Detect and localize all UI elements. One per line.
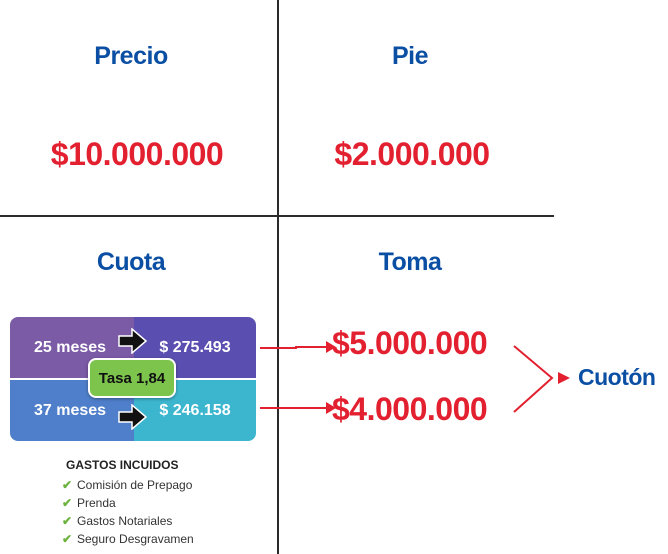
horizontal-divider <box>0 215 554 217</box>
precio-value: $10.000.000 <box>50 136 224 172</box>
gastos-item-label: Gastos Notariales <box>77 514 173 528</box>
gastos-list: ✔ Comisión de Prepago ✔ Prenda ✔ Gastos Not… <box>62 476 194 548</box>
gastos-title: GASTOS INCUIDOS <box>66 458 179 472</box>
cuoton-bracket <box>513 345 570 413</box>
gastos-item-label: Prenda <box>77 496 116 510</box>
vertical-divider <box>277 0 279 554</box>
cuoton-label: Cuotón <box>578 364 656 390</box>
list-item: ✔ Comisión de Prepago <box>62 476 194 494</box>
gastos-item-label: Comisión de Prepago <box>77 478 193 492</box>
check-icon: ✔ <box>62 514 73 528</box>
toma-connectors <box>260 341 336 414</box>
arrow-right-icon <box>118 404 148 430</box>
list-item: ✔ Prenda <box>62 494 194 512</box>
toma-25-value: $5.000.000 <box>332 325 488 361</box>
pie-heading: Pie <box>391 42 429 70</box>
cuota-heading: Cuota <box>96 248 166 276</box>
plan-25-term-label: 25 meses <box>34 338 107 356</box>
list-item: ✔ Gastos Notariales <box>62 512 194 530</box>
plan-37-payment-label: $ 246.158 <box>159 401 231 419</box>
check-icon: ✔ <box>62 496 73 510</box>
gastos-item-label: Seguro Desgravamen <box>77 532 194 546</box>
plan-25-payment-label: $ 275.493 <box>159 338 231 356</box>
plan-37-term-label: 37 meses <box>34 401 107 419</box>
list-item: ✔ Seguro Desgravamen <box>62 530 194 548</box>
check-icon: ✔ <box>62 478 73 492</box>
toma-heading: Toma <box>378 248 442 276</box>
toma-37-value: $4.000.000 <box>332 391 488 427</box>
arrow-right-icon <box>118 328 148 354</box>
tasa-badge: Tasa 1,84 <box>88 358 176 398</box>
precio-heading: Precio <box>94 42 168 70</box>
pie-value: $2.000.000 <box>334 136 490 172</box>
check-icon: ✔ <box>62 532 73 546</box>
